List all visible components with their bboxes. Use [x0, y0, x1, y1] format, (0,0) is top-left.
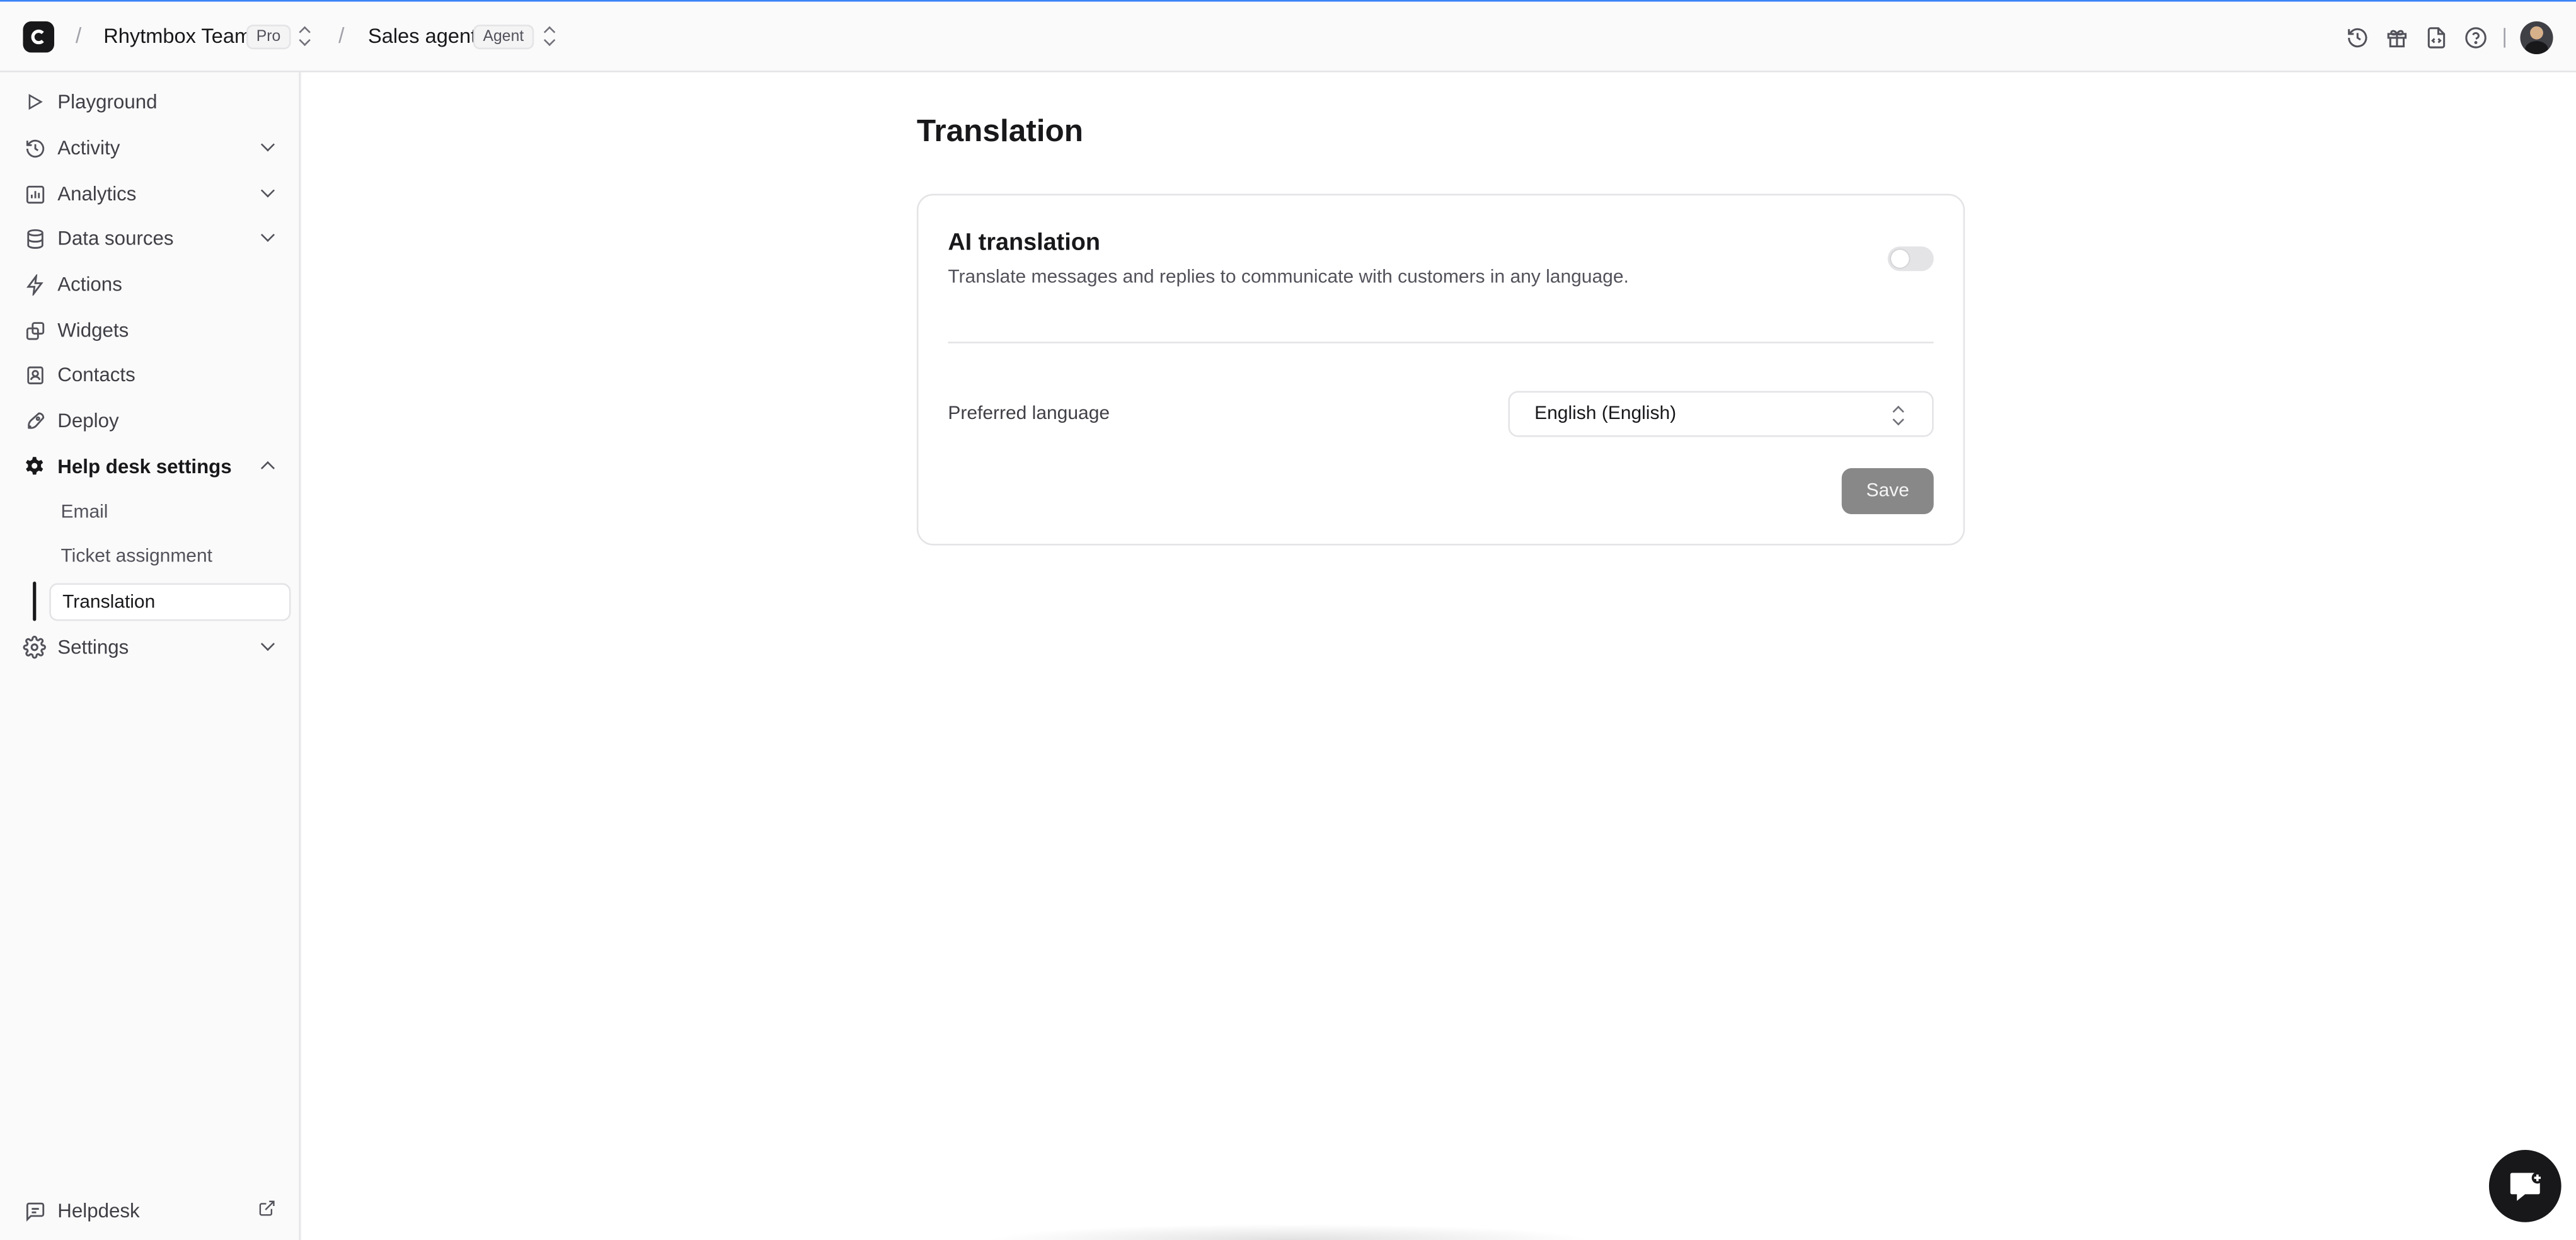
sidebar-item-analytics[interactable]: Analytics — [13, 174, 286, 214]
widgets-icon — [23, 319, 47, 342]
settings-icon — [23, 636, 47, 659]
preferred-language-select[interactable]: English (English) — [1508, 391, 1934, 437]
help-icon[interactable] — [2461, 24, 2489, 52]
sidebar-item-label: Settings — [57, 635, 129, 659]
chevron-down-icon — [260, 137, 275, 152]
sidebar-item-label: Activity — [57, 136, 120, 159]
history-icon — [23, 136, 47, 159]
preferred-language-value: English (English) — [1534, 404, 1677, 424]
chat-icon — [2510, 1172, 2543, 1201]
breadcrumb-separator: / — [338, 23, 345, 48]
sidebar-item-label: Help desk settings — [57, 455, 232, 478]
active-indicator — [33, 581, 37, 621]
agent-type-badge: Agent — [473, 25, 534, 50]
top-actions — [2343, 20, 2553, 55]
chevron-down-icon — [260, 227, 275, 242]
sidebar-item-settings[interactable]: Settings — [13, 628, 286, 667]
card-title: AI translation — [948, 230, 1100, 256]
page-title: Translation — [916, 115, 1084, 150]
card-description: Translate messages and replies to commun… — [948, 267, 1629, 288]
sidebar-item-data-sources[interactable]: Data sources — [13, 219, 286, 258]
external-link-icon — [258, 1199, 276, 1222]
divider — [2504, 28, 2505, 48]
bar-chart-icon — [23, 182, 47, 205]
play-icon — [23, 90, 47, 113]
sidebar-item-label: Playground — [57, 90, 158, 113]
chevron-down-icon — [260, 636, 275, 652]
sidebar: Playground Activity Analytics Data sourc… — [0, 72, 301, 1240]
sidebar-item-label: Data sources — [57, 226, 174, 250]
sidebar-item-widgets[interactable]: Widgets — [13, 311, 286, 350]
sidebar-item-label: Contacts — [57, 363, 135, 386]
top-bar: / Rhytmbox Team Pro / Sales agent Agent — [0, 0, 2576, 72]
chevron-up-down-icon — [1892, 406, 1906, 425]
sidebar-item-activity[interactable]: Activity — [13, 128, 286, 168]
sidebar-subitem-email[interactable]: Email — [49, 493, 290, 531]
preferred-language-label: Preferred language — [948, 404, 1110, 424]
sidebar-item-label: Analytics — [57, 182, 137, 205]
sidebar-item-label: Deploy — [57, 409, 119, 432]
sidebar-subitem-translation[interactable]: Translation — [49, 583, 291, 621]
database-icon — [23, 227, 47, 250]
plan-badge: Pro — [246, 25, 290, 50]
sidebar-item-playground[interactable]: Playground — [13, 82, 286, 122]
helpdesk-label: Helpdesk — [57, 1199, 140, 1222]
sidebar-subitem-ticket-assignment[interactable]: Ticket assignment — [49, 537, 290, 575]
team-switcher-icon[interactable] — [299, 26, 313, 46]
breadcrumb-separator: / — [75, 23, 82, 48]
save-button[interactable]: Save — [1841, 468, 1934, 515]
sidebar-item-contacts[interactable]: Contacts — [13, 355, 286, 394]
rocket-icon — [23, 409, 47, 432]
chevron-down-icon — [260, 183, 275, 198]
ai-translation-card: AI translation Translate messages and re… — [916, 193, 1965, 546]
sidebar-item-label: Widgets — [57, 318, 129, 342]
agent-name[interactable]: Sales agent — [368, 25, 476, 48]
gear-icon — [23, 455, 47, 478]
toggle-knob — [1890, 250, 1909, 268]
app-logo[interactable] — [23, 21, 55, 53]
code-file-icon[interactable] — [2422, 24, 2449, 52]
chevron-up-icon — [260, 461, 275, 476]
bolt-icon — [23, 273, 47, 296]
main-content: Translation AI translation Translate mes… — [302, 72, 2576, 1240]
sidebar-item-deploy[interactable]: Deploy — [13, 401, 286, 440]
agent-switcher-icon[interactable] — [544, 26, 557, 46]
sidebar-item-actions[interactable]: Actions — [13, 265, 286, 304]
message-square-icon — [23, 1199, 47, 1222]
avatar[interactable] — [2520, 21, 2553, 55]
team-name[interactable]: Rhytmbox Team — [103, 25, 251, 48]
sidebar-item-label: Actions — [57, 272, 122, 296]
sidebar-item-help-desk-settings[interactable]: Help desk settings — [13, 447, 286, 486]
history-icon[interactable] — [2343, 24, 2371, 52]
contacts-icon — [23, 363, 47, 386]
divider — [948, 342, 1934, 343]
ai-translation-toggle[interactable] — [1887, 246, 1934, 272]
chat-widget-button[interactable] — [2488, 1150, 2562, 1222]
gift-icon[interactable] — [2382, 24, 2410, 52]
helpdesk-link[interactable]: Helpdesk — [13, 1191, 286, 1231]
scroll-shadow — [986, 1224, 1594, 1240]
